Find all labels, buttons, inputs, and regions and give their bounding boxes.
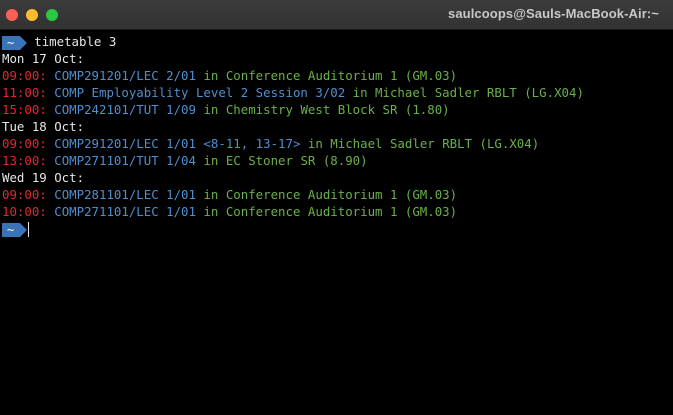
entry-code: COMP271101/TUT 1/04: [54, 153, 196, 168]
entry-time: 10:00:: [2, 204, 47, 219]
command-text: timetable 3: [34, 34, 117, 49]
entry-time: 09:00:: [2, 68, 47, 83]
day-header: Mon 17 Oct:: [2, 51, 85, 66]
entry-in: in: [203, 68, 219, 83]
entry-location: Conference Auditorium 1 (GM.03): [225, 68, 458, 83]
entry-location: EC Stoner SR (8.90): [225, 153, 368, 168]
entry-in: in: [203, 102, 219, 117]
entry-location: Conference Auditorium 1 (GM.03): [225, 204, 458, 219]
entry-weeks: <8-11, 13-17>: [203, 136, 301, 151]
maximize-button[interactable]: [46, 9, 58, 21]
prompt-badge: ~: [2, 222, 28, 237]
entry-time: 09:00:: [2, 136, 47, 151]
active-prompt-line[interactable]: ~: [0, 220, 673, 237]
prompt-badge: ~: [2, 35, 28, 50]
day-header: Tue 18 Oct:: [2, 119, 85, 134]
text-cursor: [28, 222, 30, 237]
entry-time: 13:00:: [2, 153, 47, 168]
title-bar: saulcoops@Sauls-MacBook-Air:~: [0, 0, 673, 30]
entry-in: in: [203, 153, 219, 168]
close-button[interactable]: [6, 9, 18, 21]
entry-in: in: [307, 136, 323, 151]
entry-code: COMP Employability Level 2 Session 3/02: [54, 85, 346, 100]
entry-code: COMP242101/TUT 1/09: [54, 102, 196, 117]
terminal-output[interactable]: ~ timetable 3 Mon 17 Oct: 09:00: COMP2912…: [0, 30, 673, 415]
entry-time: 09:00:: [2, 187, 47, 202]
timetable-entry: 09:00: COMP291201/LEC 2/01 in Conference…: [0, 67, 673, 84]
timetable-entry: 10:00: COMP271101/LEC 1/01 in Conference…: [0, 203, 673, 220]
minimize-button[interactable]: [26, 9, 38, 21]
entry-location: Chemistry West Block SR (1.80): [225, 102, 450, 117]
timetable-entry: 09:00: COMP291201/LEC 1/01 <8-11, 13-17>…: [0, 135, 673, 152]
entry-in: in: [352, 85, 368, 100]
entry-code: COMP271101/LEC 1/01: [54, 204, 196, 219]
timetable-entry: 13:00: COMP271101/TUT 1/04 in EC Stoner …: [0, 152, 673, 169]
timetable-entry: 09:00: COMP281101/LEC 1/01 in Conference…: [0, 186, 673, 203]
window-title: saulcoops@Sauls-MacBook-Air:~: [448, 6, 659, 21]
entry-location: Michael Sadler RBLT (LG.X04): [375, 85, 584, 100]
entry-in: in: [203, 187, 219, 202]
entry-in: in: [203, 204, 219, 219]
entry-code: COMP291201/LEC 2/01: [54, 68, 196, 83]
entry-location: Michael Sadler RBLT (LG.X04): [330, 136, 540, 151]
entry-time: 11:00:: [2, 85, 47, 100]
entry-code: COMP281101/LEC 1/01: [54, 187, 196, 202]
day-header: Wed 19 Oct:: [2, 170, 85, 185]
command-line: ~ timetable 3: [0, 33, 673, 50]
timetable-entry: 15:00: COMP242101/TUT 1/09 in Chemistry …: [0, 101, 673, 118]
terminal-window: saulcoops@Sauls-MacBook-Air:~ ~ timetable…: [0, 0, 673, 415]
entry-code: COMP291201/LEC 1/01: [54, 136, 196, 151]
timetable-entry: 11:00: COMP Employability Level 2 Sessio…: [0, 84, 673, 101]
entry-location: Conference Auditorium 1 (GM.03): [225, 187, 458, 202]
entry-time: 15:00:: [2, 102, 47, 117]
